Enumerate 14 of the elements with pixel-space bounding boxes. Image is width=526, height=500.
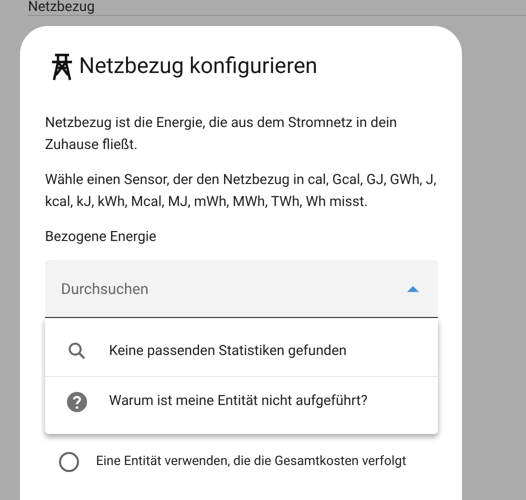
dialog-title: Netzbezug konfigurieren (79, 53, 318, 81)
caret-up-icon (407, 286, 419, 292)
radio-button[interactable] (59, 452, 79, 472)
search-icon (66, 340, 88, 362)
help-icon (66, 390, 88, 412)
radio-label: Eine Entität verwenden, die die Gesamtkosten verfolgt (96, 453, 406, 472)
power-tower-icon (51, 52, 73, 80)
page-title: Netzbezug (28, 0, 95, 14)
description-text: Netzbezug ist die Energie, die aus dem Stromnetz in dein Zuhause fließt. (45, 114, 398, 155)
description-text: Wähle einen Sensor, der den Netzbezug in cal, Gcal, GJ, GWh, J, kcal, kJ, kWh, Mcal, MJ, mWh, MWh, TWh, Wh misst. (45, 171, 437, 212)
search-field[interactable]: Durchsuchen (45, 260, 438, 318)
field-label: Bezogene Energie (45, 228, 158, 247)
dropdown-item[interactable]: Keine passenden Statistiken gefunden (45, 326, 438, 376)
dropdown-item[interactable]: Warum ist meine Entität nicht aufgeführt? (45, 376, 438, 426)
